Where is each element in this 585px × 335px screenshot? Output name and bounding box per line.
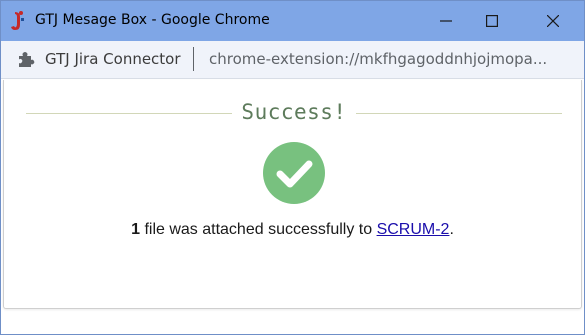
address-bar: GTJ Jira Connector chrome-extension://mk… bbox=[1, 41, 584, 79]
maximize-button[interactable] bbox=[469, 1, 515, 41]
gtj-logo-icon bbox=[11, 11, 24, 30]
dialog-heading: Success! bbox=[241, 100, 347, 124]
check-circle-icon bbox=[263, 142, 325, 204]
message-box: Success! 1 file was attached successfull… bbox=[3, 80, 582, 309]
message-text: file was attached successfully to bbox=[140, 221, 377, 238]
address-separator bbox=[193, 47, 194, 71]
close-button[interactable] bbox=[530, 1, 576, 41]
success-message: 1 file was attached successfully to SCRU… bbox=[4, 221, 581, 239]
puzzle-piece-icon[interactable] bbox=[17, 50, 35, 68]
browser-popup-window: GTJ Mesage Box - Google Chrome GTJ Jira … bbox=[0, 0, 585, 335]
url-text[interactable]: chrome-extension://mkfhgagoddnhjojmopa..… bbox=[209, 50, 574, 68]
title-bar[interactable]: GTJ Mesage Box - Google Chrome bbox=[1, 1, 584, 41]
minimize-button[interactable] bbox=[423, 1, 469, 41]
close-icon bbox=[547, 15, 559, 27]
file-count: 1 bbox=[131, 221, 140, 238]
issue-link[interactable]: SCRUM-2 bbox=[377, 221, 450, 238]
extension-name: GTJ Jira Connector bbox=[45, 50, 181, 68]
minimize-icon bbox=[440, 20, 452, 22]
heading-rule-right bbox=[356, 113, 562, 114]
heading-rule-left bbox=[26, 113, 232, 114]
message-suffix: . bbox=[449, 221, 454, 238]
window-title: GTJ Mesage Box - Google Chrome bbox=[35, 12, 270, 28]
maximize-icon bbox=[486, 15, 498, 27]
